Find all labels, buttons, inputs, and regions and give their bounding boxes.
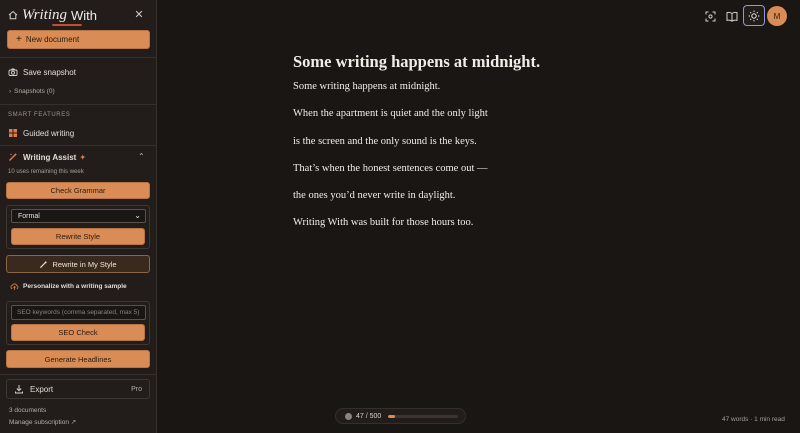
writing-assist-title: Writing Assist xyxy=(23,152,77,162)
theme-toggle-button[interactable] xyxy=(743,5,765,26)
sparkle-icon: ✦ xyxy=(79,152,87,162)
sidebar: Writing With ✕ + New document Save snaps… xyxy=(0,0,157,433)
puzzle-icon xyxy=(9,129,17,137)
chevron-up-icon[interactable]: ⌃ xyxy=(138,152,145,161)
divider xyxy=(0,104,157,105)
home-icon xyxy=(8,10,18,20)
brand[interactable]: Writing With xyxy=(8,7,97,23)
personalize-label: Personalize with a writing sample xyxy=(23,283,127,290)
generate-headlines-button[interactable]: Generate Headlines xyxy=(6,350,150,368)
focus-icon xyxy=(705,11,715,21)
avatar-initial: M xyxy=(773,11,781,21)
personalize-link[interactable]: Personalize with a writing sample xyxy=(10,282,127,291)
focus-mode-button[interactable] xyxy=(701,7,719,25)
document-title[interactable]: Some writing happens at midnight. xyxy=(293,52,713,72)
magic-wand-icon xyxy=(40,260,48,268)
magic-wand-icon xyxy=(9,153,17,161)
documents-count: 3 documents xyxy=(9,407,47,414)
save-snapshot-label: Save snapshot xyxy=(23,67,76,77)
brand-name-part2: With xyxy=(71,7,98,23)
chevron-right-icon: › xyxy=(9,88,12,95)
pro-badge: Pro xyxy=(131,385,142,393)
word-count-stats: 47 words · 1 min read xyxy=(722,416,785,423)
check-grammar-button[interactable]: Check Grammar xyxy=(6,182,150,199)
smart-features-heading: SMART FEATURES xyxy=(8,112,71,118)
editor-line[interactable]: the ones you’d never write in daylight. xyxy=(293,189,713,202)
brand-name-part1: Writing xyxy=(22,6,68,23)
export-button[interactable]: Export Pro xyxy=(6,379,150,399)
writing-assist-header[interactable]: Writing Assist ✦ xyxy=(8,152,86,162)
editor-line[interactable]: That’s when the honest sentences come ou… xyxy=(293,162,713,175)
rewrite-in-my-style-button[interactable]: Rewrite in My Style xyxy=(6,255,150,273)
book-open-icon xyxy=(726,11,738,22)
seo-check-button[interactable]: SEO Check xyxy=(11,324,145,341)
editor[interactable]: Some writing happens at midnight. Some w… xyxy=(293,52,713,244)
editor-line[interactable]: When the apartment is quiet and the only… xyxy=(293,107,713,120)
word-goal-progress[interactable]: 47 / 500 xyxy=(335,408,466,424)
manage-subscription-link[interactable]: Manage subscription ↗ xyxy=(9,418,76,426)
user-avatar[interactable]: M xyxy=(767,6,787,26)
uses-remaining-text: 10 uses remaining this week xyxy=(8,169,84,175)
editor-line[interactable]: Some writing happens at midnight. xyxy=(293,80,713,93)
rewrite-style-button[interactable]: Rewrite Style xyxy=(11,228,145,245)
editor-line[interactable]: is the screen and the only sound is the … xyxy=(293,135,713,148)
reading-mode-button[interactable] xyxy=(723,7,741,25)
style-select[interactable]: Formal ⌄ xyxy=(11,209,146,223)
snapshots-toggle[interactable]: › Snapshots (0) xyxy=(9,88,55,95)
new-document-label: New document xyxy=(25,35,80,44)
close-icon: ✕ xyxy=(134,9,144,21)
sun-icon xyxy=(748,10,760,21)
upload-cloud-icon xyxy=(10,283,19,290)
seo-keywords-input[interactable] xyxy=(11,305,146,320)
camera-icon xyxy=(8,68,18,76)
new-document-button[interactable]: + New document xyxy=(7,30,150,49)
plus-icon: + xyxy=(16,34,22,45)
style-select-value: Formal xyxy=(18,212,40,220)
export-label: Export xyxy=(30,384,54,394)
progress-fill xyxy=(388,415,395,418)
download-icon xyxy=(15,385,23,394)
close-sidebar-button[interactable]: ✕ xyxy=(133,9,145,21)
snapshots-count-label: Snapshots (0) xyxy=(14,88,55,95)
guided-writing-label: Guided writing xyxy=(23,128,75,138)
brand-underline xyxy=(52,24,82,26)
divider xyxy=(0,57,157,58)
editor-line[interactable]: Writing With was built for those hours t… xyxy=(293,216,713,229)
save-snapshot-button[interactable]: Save snapshot xyxy=(8,67,76,77)
rewrite-in-my-style-label: Rewrite in My Style xyxy=(52,259,117,269)
guided-writing-button[interactable]: Guided writing xyxy=(8,128,74,138)
divider xyxy=(0,145,157,146)
progress-label: 47 / 500 xyxy=(356,412,382,420)
progress-track xyxy=(388,415,458,418)
progress-status-dot xyxy=(345,412,352,420)
divider xyxy=(0,374,157,375)
chevron-down-icon: ⌄ xyxy=(134,211,141,220)
